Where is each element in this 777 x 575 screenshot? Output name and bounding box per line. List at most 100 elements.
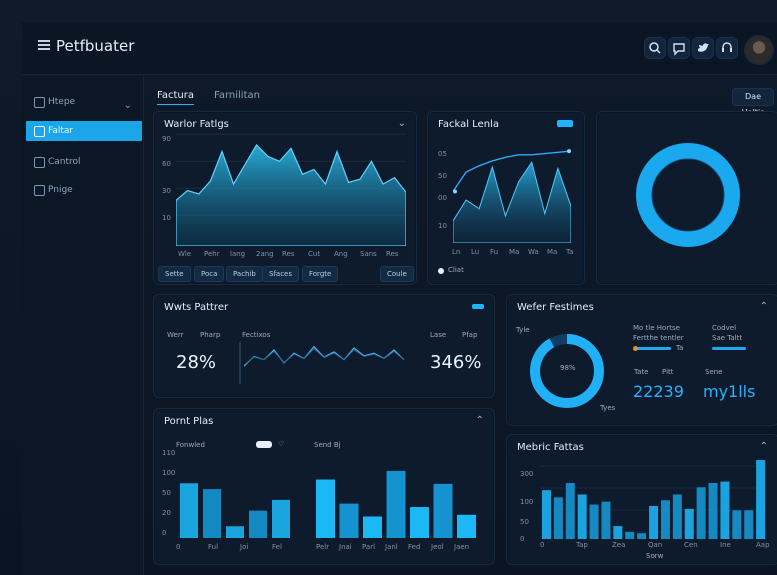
chevron-down-icon: ⌄ (123, 100, 132, 111)
x-tick: 0 (176, 543, 181, 551)
clock-icon (34, 97, 45, 108)
y-tick: 50 (162, 489, 171, 497)
top-right-button[interactable]: Dae Haltis (732, 88, 774, 117)
bar (565, 482, 575, 539)
bar (589, 504, 599, 539)
legend-label: Cliat (448, 266, 464, 274)
axis-footer: Sorw (646, 552, 664, 560)
y-tick: 100 (520, 498, 534, 506)
x-tick: Wle (178, 250, 192, 258)
kpi-label: Fectixos (242, 331, 271, 339)
x-tick: Fu (490, 248, 499, 256)
warning-icon (34, 126, 45, 137)
filter-pill[interactable]: Pachib (226, 266, 263, 282)
avatar[interactable] (744, 35, 774, 65)
bar (363, 516, 382, 538)
donut-slice (636, 143, 740, 247)
legend-dot (438, 268, 444, 274)
metric-title: Codvel (712, 324, 737, 332)
card-title: Warlor Fatlgs (164, 119, 229, 130)
chevron-up-icon[interactable]: ⌃ (760, 441, 768, 452)
sidebar-item-faltar[interactable]: Faltar (26, 121, 142, 141)
chevron-up-icon[interactable]: ⌃ (760, 301, 768, 312)
x-tick: Parl (362, 543, 376, 551)
filter-pill[interactable]: Sfaces (262, 266, 299, 282)
y-tick: 10 (162, 214, 171, 222)
bar (339, 503, 359, 538)
chevron-down-icon[interactable]: ⌄ (398, 118, 406, 129)
bar (226, 526, 244, 538)
toggle-switch[interactable] (256, 441, 272, 448)
x-tick: Cen (684, 541, 698, 549)
bar (649, 505, 659, 539)
x-tick: Fed (408, 543, 421, 551)
card-title: Wwts Pattrer (164, 302, 229, 313)
area-series (176, 144, 406, 246)
twitter-icon[interactable] (692, 37, 714, 59)
arrow-right-icon[interactable] (472, 304, 484, 309)
bar (316, 479, 335, 538)
line-series (243, 347, 405, 366)
bar (720, 481, 730, 539)
menu-icon[interactable] (38, 40, 50, 50)
bar (684, 508, 694, 539)
sparkline-chart (239, 342, 405, 384)
metric-label: Pitt (662, 368, 674, 376)
search-icon[interactable] (644, 37, 666, 59)
x-tick: Ln (452, 248, 461, 256)
sidebar-item-label: Cantrol (48, 157, 81, 167)
x-tick: Wa (528, 248, 539, 256)
filter-pill[interactable]: Sette (158, 266, 191, 282)
kpi-label: Pfap (462, 331, 478, 339)
sidebar-item-htepe[interactable]: Htepe ⌄ (26, 92, 142, 112)
x-tick: Fel (272, 543, 282, 551)
person-icon (34, 185, 45, 196)
x-tick: Ta (566, 248, 574, 256)
bar (433, 483, 453, 538)
line-point (453, 189, 457, 194)
progress-bar (712, 347, 746, 350)
x-tick: lang (230, 250, 246, 258)
x-tick: Ang (334, 250, 348, 258)
bar (180, 483, 198, 538)
y-tick: 90 (162, 135, 171, 143)
app-frame: Petfbuater Htepe ⌄ Faltar Cantrol Pnige … (0, 0, 777, 575)
metric-label: Tate (634, 368, 649, 376)
headset-icon[interactable] (716, 37, 738, 59)
tab-farnilitan[interactable]: Farnilitan (214, 88, 260, 104)
kpi-value-left: 28% (176, 352, 217, 373)
grid-icon (34, 157, 45, 168)
progress-bar (633, 347, 671, 350)
metric-label: Sene (705, 368, 723, 376)
bar-chart (316, 470, 476, 538)
x-tick: Ine (720, 541, 731, 549)
app-title: Petfbuater (56, 37, 135, 55)
toggle-icon[interactable] (557, 120, 573, 127)
chevron-up-icon[interactable]: ⌃ (476, 415, 484, 426)
sidebar-item-cantrol[interactable]: Cantrol (26, 152, 142, 172)
bar (542, 490, 551, 539)
x-tick: Jaen (454, 543, 470, 551)
y-tick: 300 (520, 470, 534, 478)
x-tick: Joi (240, 543, 249, 551)
bar (249, 510, 267, 538)
card-title: Pornt Plas (164, 416, 214, 427)
filter-pill[interactable]: Poca (194, 266, 225, 282)
filter-pill[interactable]: Forgte (302, 266, 339, 282)
donut-inner-ring (651, 158, 725, 232)
sidebar (22, 76, 144, 575)
sidebar-item-label: Pnige (48, 185, 73, 195)
subchart-label: Send Bj (314, 441, 341, 449)
x-tick: 2ang (256, 250, 274, 258)
help-icon[interactable]: ♡ (278, 440, 284, 448)
metric-title: Mo tle Hortse (633, 324, 680, 332)
coule-button[interactable]: Coule (380, 266, 414, 282)
bar (637, 533, 647, 539)
x-tick: Lu (471, 248, 480, 256)
chat-icon[interactable] (668, 37, 690, 59)
bar (272, 499, 290, 538)
sidebar-item-pnige[interactable]: Pnige (26, 180, 142, 200)
tab-factura[interactable]: Factura (157, 88, 194, 105)
status-dot (633, 346, 638, 351)
line-chart (453, 149, 571, 243)
